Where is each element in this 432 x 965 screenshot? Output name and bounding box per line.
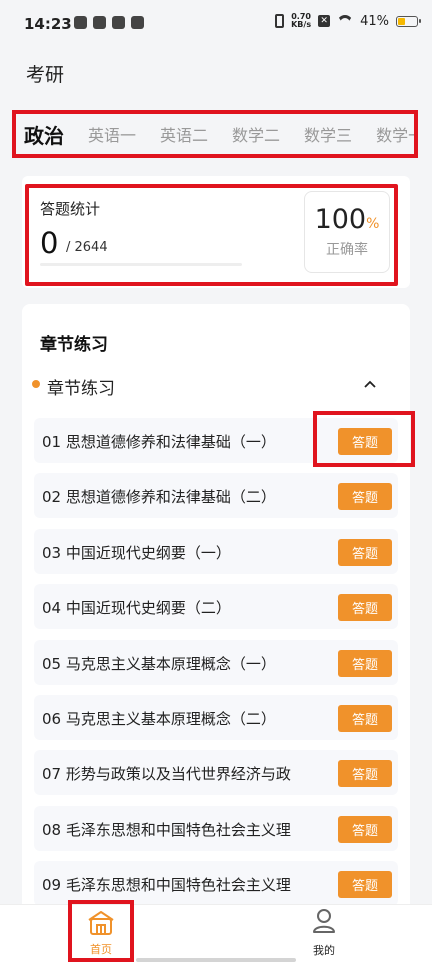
- battery-percent: 41%: [360, 13, 389, 29]
- wifi-icon: [337, 15, 353, 27]
- chapter-row-label: 07 形势与政策以及当代世界经济与政: [42, 765, 291, 783]
- chapter-row-label: 03 中国近现代史纲要（一）: [42, 544, 231, 562]
- notification-app-icon: [74, 16, 87, 29]
- home-icon: [88, 911, 114, 935]
- nav-home[interactable]: 首页: [68, 900, 134, 962]
- answer-button-highlight-box: [313, 411, 415, 467]
- tab-math-2[interactable]: 数学二: [232, 122, 280, 146]
- tab-english-1[interactable]: 英语一: [88, 122, 136, 146]
- chapter-row-label: 08 毛泽东思想和中国特色社会主义理: [42, 821, 291, 839]
- group-dot-icon: [32, 380, 40, 388]
- chapter-row-label: 01 思想道德修养和法律基础（一）: [42, 433, 276, 451]
- chapter-row-label: 05 马克思主义基本原理概念（一）: [42, 655, 276, 673]
- user-icon: [313, 909, 335, 933]
- answer-button[interactable]: 答题: [338, 594, 392, 621]
- chapter-row-label: 02 思想道德修养和法律基础（二）: [42, 488, 276, 506]
- gesture-bar: [136, 958, 296, 962]
- status-right: 0.70 KB/s ✕ 41%: [275, 13, 421, 29]
- answer-button[interactable]: 答题: [338, 650, 392, 677]
- answer-button[interactable]: 答题: [338, 483, 392, 510]
- tab-math-3[interactable]: 数学三: [304, 122, 352, 146]
- status-bar: 14:23 0.70 KB/s ✕ 41%: [0, 0, 432, 50]
- battery-icon: [396, 15, 421, 27]
- net-speed: 0.70 KB/s: [291, 13, 311, 29]
- tiktok-icon: [112, 16, 125, 29]
- chapter-row-label: 06 马克思主义基本原理概念（二）: [42, 710, 276, 728]
- mail-icon: [131, 16, 144, 29]
- tab-math-1[interactable]: 数学一: [376, 122, 414, 146]
- vibrate-icon: [275, 14, 285, 28]
- tab-english-2[interactable]: 英语二: [160, 122, 208, 146]
- chapter-row-label: 04 中国近现代史纲要（二）: [42, 599, 231, 617]
- section-title: 章节练习: [40, 335, 108, 355]
- notification-app-icon: [93, 16, 106, 29]
- answer-button[interactable]: 答题: [338, 871, 392, 898]
- nav-mine-label: 我的: [313, 944, 335, 957]
- chapter-row[interactable]: 04 中国近现代史纲要（二） 答题: [34, 584, 398, 629]
- chapter-row[interactable]: 08 毛泽东思想和中国特色社会主义理 答题: [34, 806, 398, 851]
- chapter-row[interactable]: 06 马克思主义基本原理概念（二） 答题: [34, 695, 398, 740]
- net-speed-unit: KB/s: [291, 20, 312, 29]
- group-title[interactable]: 章节练习: [47, 374, 115, 399]
- chapter-row[interactable]: 02 思想道德修养和法律基础（二） 答题: [34, 473, 398, 518]
- chapter-row[interactable]: 05 马克思主义基本原理概念（一） 答题: [34, 640, 398, 685]
- answer-button[interactable]: 答题: [338, 760, 392, 787]
- tab-politics[interactable]: 政治: [24, 120, 64, 149]
- answer-button[interactable]: 答题: [338, 705, 392, 732]
- page-title: 考研: [26, 64, 65, 86]
- sim-off-icon: ✕: [318, 15, 331, 27]
- chapter-row[interactable]: 07 形势与政策以及当代世界经济与政 答题: [34, 750, 398, 795]
- subject-tabs: 政治 英语一 英语二 数学二 数学三 数学一: [12, 110, 418, 158]
- chapter-row-label: 09 毛泽东思想和中国特色社会主义理: [42, 876, 291, 894]
- battery-fill: [398, 17, 405, 25]
- status-time: 14:23: [24, 15, 72, 33]
- chapter-row[interactable]: 03 中国近现代史纲要（一） 答题: [34, 529, 398, 574]
- stats-highlight-box: [25, 184, 398, 286]
- chevron-up-icon[interactable]: [363, 377, 377, 391]
- nav-mine[interactable]: 我的: [298, 908, 350, 958]
- notification-icons: [74, 16, 144, 29]
- bottom-nav: [0, 904, 432, 965]
- answer-button[interactable]: 答题: [338, 816, 392, 843]
- nav-home-label: 首页: [90, 943, 112, 956]
- answer-button[interactable]: 答题: [338, 539, 392, 566]
